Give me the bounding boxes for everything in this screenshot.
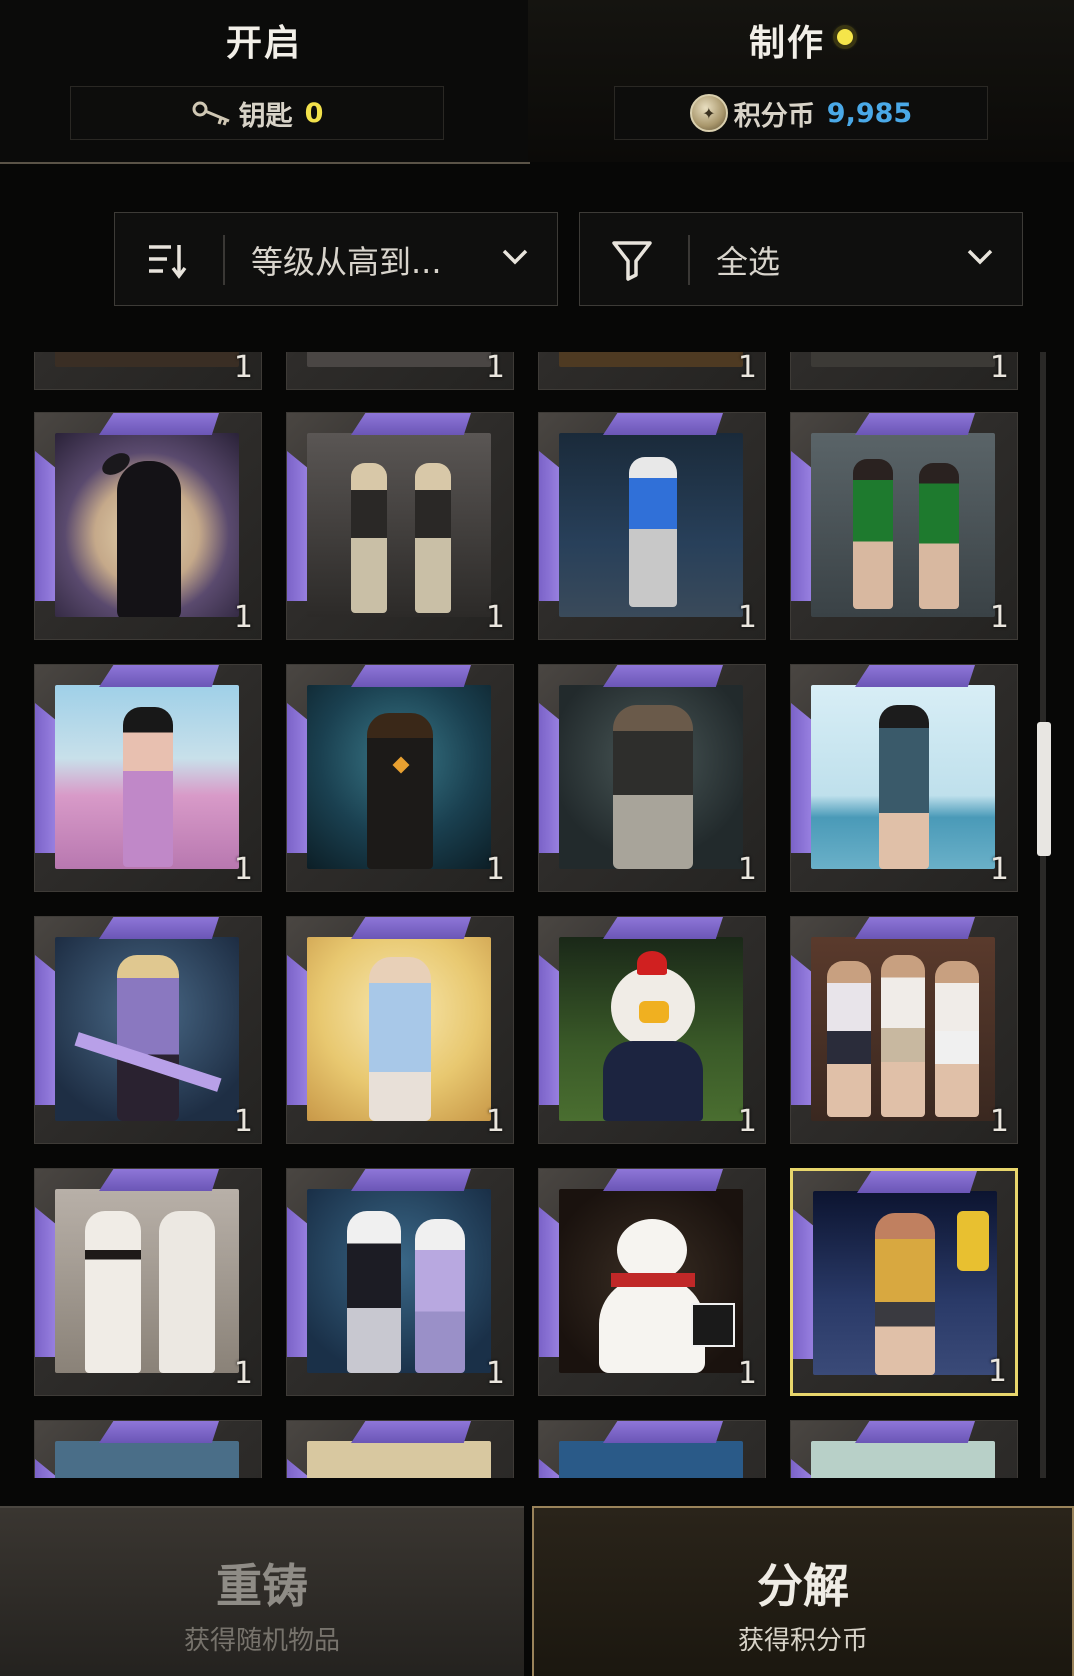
item-card-panda-mask[interactable]: 1 xyxy=(286,1168,514,1396)
item-thumbnail xyxy=(811,685,995,869)
item-count: 1 xyxy=(485,600,505,635)
item-count: 1 xyxy=(233,1356,253,1391)
item-card-partial[interactable] xyxy=(286,1420,514,1478)
item-thumbnail xyxy=(55,433,239,617)
item-thumbnail xyxy=(811,433,995,617)
item-card-lavender-dress[interactable]: 1 xyxy=(34,916,262,1144)
item-thumbnail xyxy=(559,685,743,869)
item-card-bear-ears[interactable]: 1 xyxy=(286,916,514,1144)
tab-open-label: 开启 xyxy=(225,23,302,64)
tab-craft[interactable]: 制作 ✦ 积分币 9,985 xyxy=(528,0,1074,162)
item-card-bunny-hood[interactable]: 1 xyxy=(34,412,262,640)
sort-icon xyxy=(149,245,187,279)
sort-label: 等级从高到... xyxy=(251,243,442,281)
item-count: 1 xyxy=(233,1104,253,1139)
item-card-forest-figure[interactable]: 1 xyxy=(286,664,514,892)
item-count: 1 xyxy=(485,1356,505,1391)
chevron-down-icon xyxy=(502,249,528,265)
item-thumbnail xyxy=(559,937,743,1121)
item-card-partial[interactable] xyxy=(34,1420,262,1478)
item-count: 1 xyxy=(233,852,253,887)
reforge-button[interactable]: 重铸 获得随机物品 xyxy=(0,1506,524,1676)
item-thumbnail xyxy=(811,937,995,1121)
coin-icon: ✦ xyxy=(689,94,728,132)
reforge-title: 重铸 xyxy=(216,1559,308,1613)
item-card-partial[interactable] xyxy=(790,1420,1018,1478)
coin-count: 9,985 xyxy=(826,97,913,129)
item-card-pink-street[interactable]: 1 xyxy=(34,664,262,892)
item-thumbnail xyxy=(55,1189,239,1373)
item-thumbnail xyxy=(307,433,491,617)
salvage-button[interactable]: 分解 获得积分币 xyxy=(532,1506,1074,1676)
item-card-skirt-trio[interactable]: 1 xyxy=(790,916,1018,1144)
item-card-partial[interactable]: 1 xyxy=(34,352,262,390)
item-card-partial[interactable]: 1 xyxy=(538,352,766,390)
chevron-down-icon xyxy=(967,249,993,265)
item-card-white-hoodie[interactable]: 1 xyxy=(34,1168,262,1396)
item-card-chicken-mascot[interactable]: 1 xyxy=(538,916,766,1144)
item-thumbnail xyxy=(55,937,239,1121)
notification-dot xyxy=(837,29,853,45)
item-thumbnail xyxy=(307,685,491,869)
tab-craft-label: 制作 xyxy=(748,23,825,64)
item-card-carnival-jacket[interactable]: 1 xyxy=(790,1168,1018,1396)
item-card-partial[interactable] xyxy=(538,1420,766,1478)
item-count: 1 xyxy=(737,352,757,385)
tab-craft-title: 制作 xyxy=(528,14,1074,66)
item-count: 1 xyxy=(989,1104,1009,1139)
item-card-blue-puffer[interactable]: 1 xyxy=(538,412,766,640)
item-count: 1 xyxy=(485,352,505,385)
item-count: 1 xyxy=(485,852,505,887)
item-grid[interactable]: 1 1 1 1 1 1 1 1 1 1 1 1 1 1 1 1 1 1 1 1 xyxy=(34,352,1024,1478)
reforge-subtitle: 获得随机物品 xyxy=(183,1626,340,1656)
item-count: 1 xyxy=(737,1356,757,1391)
item-card-partial[interactable]: 1 xyxy=(286,352,514,390)
scrollbar-thumb[interactable] xyxy=(1037,722,1051,856)
item-count: 1 xyxy=(233,600,253,635)
item-thumbnail xyxy=(559,433,743,617)
item-thumbnail xyxy=(813,1191,997,1375)
item-card-camo-duo[interactable]: 1 xyxy=(286,412,514,640)
filter-divider xyxy=(688,235,690,285)
item-count: 1 xyxy=(737,600,757,635)
coin-balance: ✦ 积分币 9,985 xyxy=(614,86,988,140)
salvage-title: 分解 xyxy=(757,1559,849,1613)
item-thumbnail xyxy=(559,1189,743,1373)
item-count: 1 xyxy=(233,352,253,385)
item-count: 1 xyxy=(485,1104,505,1139)
item-card-partial[interactable]: 1 xyxy=(790,352,1018,390)
key-label: 钥匙 xyxy=(238,100,293,132)
item-card-snowman[interactable]: 1 xyxy=(538,1168,766,1396)
coin-label: 积分币 xyxy=(733,100,815,132)
filter-icon xyxy=(612,241,652,281)
key-count: 0 xyxy=(304,97,324,129)
salvage-subtitle: 获得积分币 xyxy=(737,1626,868,1656)
filter-label: 全选 xyxy=(716,243,781,281)
tab-open[interactable]: 开启 钥匙 0 xyxy=(0,0,530,164)
filter-dropdown[interactable]: 全选 xyxy=(579,212,1023,306)
item-card-green-jacket[interactable]: 1 xyxy=(790,412,1018,640)
sort-divider xyxy=(223,235,225,285)
item-card-tactical-soldier[interactable]: 1 xyxy=(538,664,766,892)
key-balance: 钥匙 0 xyxy=(70,86,444,140)
item-thumbnail xyxy=(307,1189,491,1373)
item-count: 1 xyxy=(737,852,757,887)
key-icon xyxy=(192,101,230,126)
item-count: 1 xyxy=(989,600,1009,635)
scrollbar-track[interactable] xyxy=(1040,352,1046,1478)
item-card-beach-cheongsam[interactable]: 1 xyxy=(790,664,1018,892)
item-thumbnail xyxy=(55,685,239,869)
item-count: 1 xyxy=(989,852,1009,887)
item-count: 1 xyxy=(737,1104,757,1139)
sort-dropdown[interactable]: 等级从高到... xyxy=(114,212,558,306)
item-count: 1 xyxy=(989,352,1009,385)
item-count: 1 xyxy=(987,1354,1007,1389)
item-thumbnail xyxy=(307,937,491,1121)
